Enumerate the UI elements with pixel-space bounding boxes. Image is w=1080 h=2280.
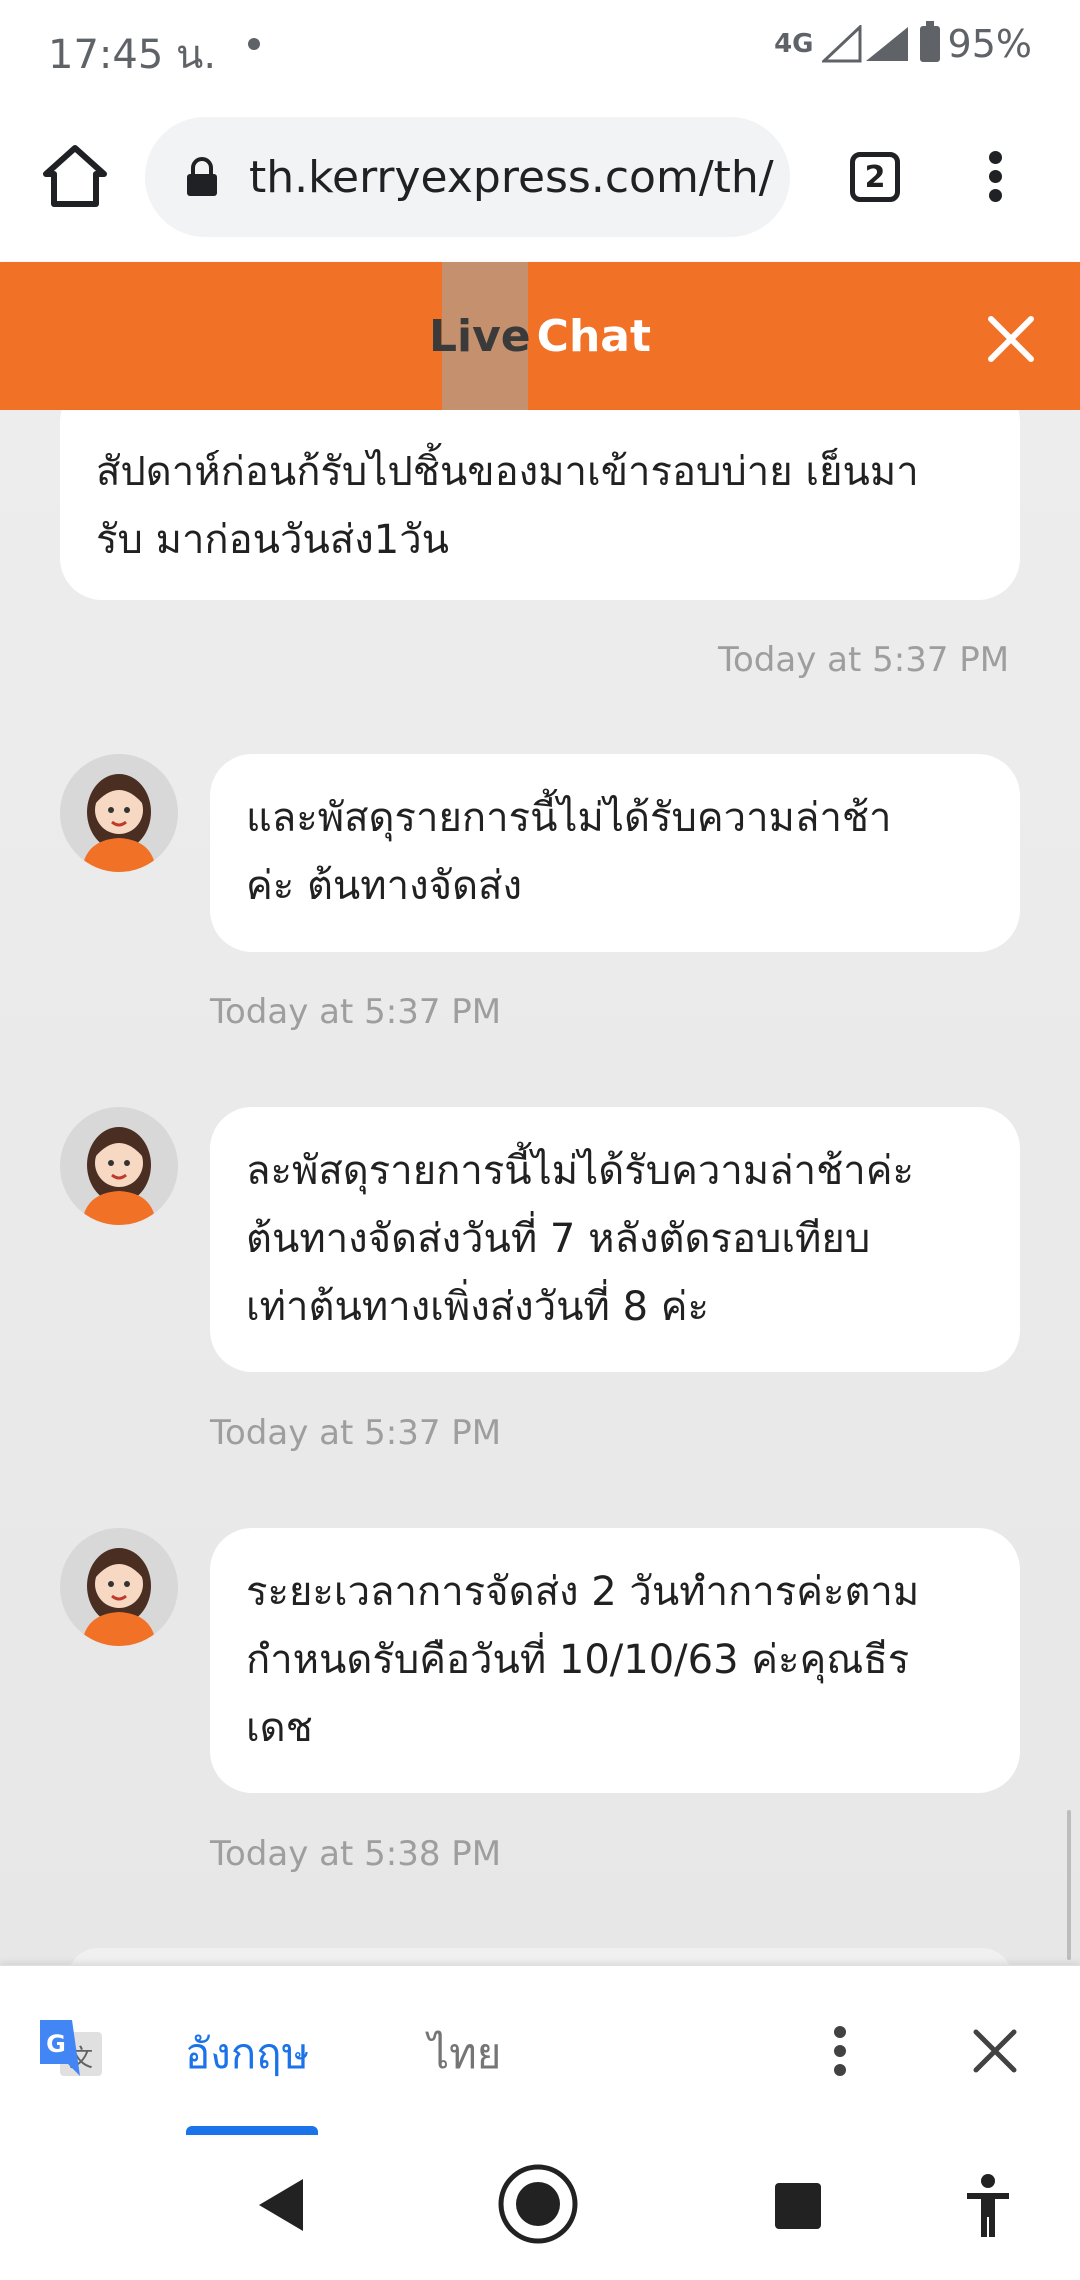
system-nav-bar (0, 2135, 1080, 2280)
accessibility-icon[interactable] (965, 2173, 1011, 2239)
message-line: ระยะเวลาการจัดส่ง 2 วันทำการค่ะตาม (246, 1569, 920, 1615)
close-translate-icon[interactable] (972, 2028, 1018, 2074)
tab-language-target[interactable]: ไทย (428, 2021, 501, 2087)
chat-title: Live Chat (0, 262, 1080, 410)
google-translate-icon: 文 G (40, 2020, 102, 2076)
tab-language-source[interactable]: อังกฤษ (185, 2021, 309, 2087)
translate-menu-icon[interactable] (825, 2023, 855, 2083)
recent-apps-icon[interactable] (775, 2183, 821, 2229)
chat-bubble: และพัสดุรายการนี้ไม่ได้รับความล่าช้า ค่ะ… (210, 754, 1020, 952)
message-timestamp: Today at 5:37 PM (718, 640, 1010, 680)
status-time: 17:45 น. (48, 32, 217, 78)
agent-avatar-icon (82, 1548, 156, 1646)
chat-bubble: สัปดาห์ก่อนก้รับไปชิ้นของมาเข้ารอบบ่าย เ… (60, 410, 1020, 600)
message-timestamp: Today at 5:37 PM (210, 1413, 502, 1453)
message-line: ละพัสดุรายการนี้ไม่ได้รับความล่าช้าค่ะ (246, 1148, 914, 1194)
lock-icon (187, 157, 217, 196)
status-indicators: 4G 95% (774, 21, 1032, 66)
message-line: เท่าต้นทางเพิ่งส่งวันที่ 8 ค่ะ (246, 1284, 709, 1330)
back-icon[interactable] (255, 2175, 305, 2235)
message-line: กำหนดรับคือวันที่ 10/10/63 ค่ะคุณธีร (246, 1637, 910, 1683)
message-line: ค่ะ ต้นทางจัดส่ง (246, 863, 522, 909)
agent-avatar (60, 754, 178, 872)
message-line: ต้นทางจัดส่งวันที่ 7 หลังตัดรอบเทียบ (246, 1216, 871, 1262)
chat-bubble: ระยะเวลาการจัดส่ง 2 วันทำการค่ะตาม กำหนด… (210, 1528, 1020, 1793)
scrollbar-thumb[interactable] (1067, 1810, 1071, 1960)
message-timestamp: Today at 5:37 PM (210, 992, 502, 1032)
agent-avatar (60, 1107, 178, 1225)
message-timestamp: Today at 5:38 PM (210, 1834, 502, 1874)
browser-menu-icon[interactable] (980, 147, 1010, 207)
message-line: เดช (246, 1705, 313, 1751)
home-nav-icon[interactable] (497, 2163, 579, 2245)
status-bar: 17:45 น. 4G 95% (0, 0, 1080, 92)
chat-bubble: ละพัสดุรายการนี้ไม่ได้รับความล่าช้าค่ะ ต… (210, 1107, 1020, 1372)
chat-header: Live Chat (0, 262, 1080, 410)
network-type: 4G (774, 29, 814, 59)
agent-avatar (60, 1528, 178, 1646)
chat-title-chat: Chat (536, 310, 651, 362)
message-line: สัปดาห์ก่อนก้รับไปชิ้นของมาเข้ารอบบ่าย เ… (96, 449, 919, 495)
message-line: และพัสดุรายการนี้ไม่ได้รับความล่าช้า (246, 795, 892, 841)
url-text: th.kerryexpress.com/th/ (249, 151, 774, 203)
agent-avatar-icon (82, 1127, 156, 1225)
tab-switcher-button[interactable]: 2 (850, 152, 900, 202)
signal-icon (821, 25, 908, 63)
agent-avatar-icon (82, 774, 156, 872)
browser-toolbar: th.kerryexpress.com/th/ 2 (0, 92, 1080, 262)
chat-messages[interactable]: สัปดาห์ก่อนก้รับไปชิ้นของมาเข้ารอบบ่าย เ… (0, 410, 1080, 1965)
translate-bar: 文 G อังกฤษ ไทย (0, 1965, 1080, 2136)
close-chat-icon[interactable] (985, 313, 1037, 365)
battery-icon (919, 21, 940, 62)
chat-bubble-partial (68, 1948, 1012, 1965)
message-line: รับ มาก่อนวันส่ง1วัน (96, 517, 450, 563)
chat-title-live: Live (429, 310, 531, 362)
svg-text:G: G (46, 2030, 66, 2058)
notification-dot-icon (248, 38, 260, 50)
address-bar[interactable]: th.kerryexpress.com/th/ (145, 117, 790, 237)
battery-level: 95% (947, 22, 1032, 66)
home-icon[interactable] (40, 142, 110, 212)
